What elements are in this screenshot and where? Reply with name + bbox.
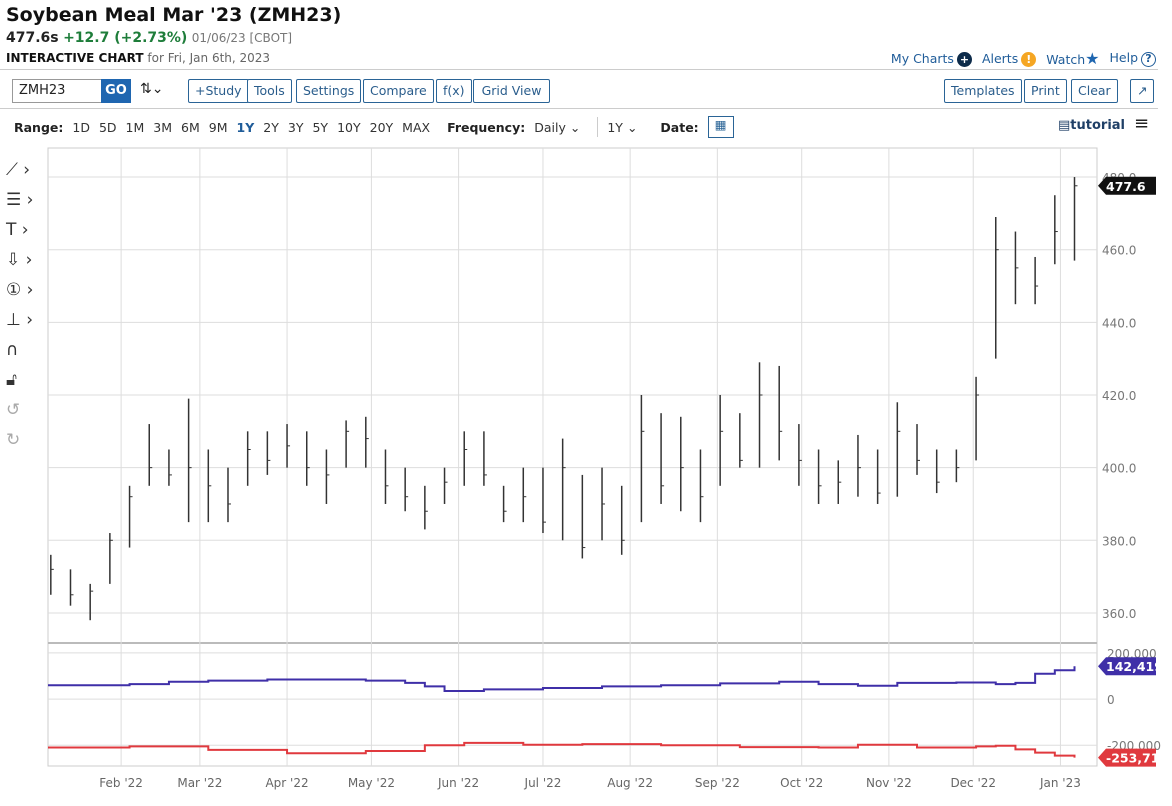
x-tick-label: Nov '22 (866, 776, 912, 790)
x-tick-label: Mar '22 (177, 776, 222, 790)
series-last-label: -253,719 (1106, 751, 1168, 766)
x-tick-label: Jul '22 (524, 776, 562, 790)
x-tick-label: May '22 (348, 776, 395, 790)
lower-series-line (48, 666, 1076, 692)
x-tick-label: Aug '22 (607, 776, 653, 790)
y-tick-label: 460.0 (1102, 244, 1136, 258)
x-tick-label: Jun '22 (437, 776, 479, 790)
x-tick-label: Feb '22 (99, 776, 143, 790)
y-tick-label: 420.0 (1102, 389, 1136, 403)
y-tick-label: 440.0 (1102, 316, 1136, 330)
lower-tick-label: 0 (1107, 693, 1115, 707)
plot-frame (47, 147, 1098, 767)
y-tick-label: 380.0 (1102, 534, 1136, 548)
x-tick-label: Apr '22 (265, 776, 308, 790)
x-tick-label: Oct '22 (780, 776, 823, 790)
last-price-label: 477.6 (1106, 179, 1146, 194)
price-chart[interactable]: Feb '22 Mar '22 Apr '22 May '22 Jun '22 Jul '… (0, 0, 1172, 806)
y-tick-label: 360.0 (1102, 607, 1136, 621)
x-tick-label: Jan '23 (1039, 776, 1081, 790)
y-tick-label: 400.0 (1102, 462, 1136, 476)
series-last-label: 142,419 (1106, 659, 1163, 674)
x-tick-label: Dec '22 (950, 776, 996, 790)
x-tick-label: Sep '22 (695, 776, 740, 790)
